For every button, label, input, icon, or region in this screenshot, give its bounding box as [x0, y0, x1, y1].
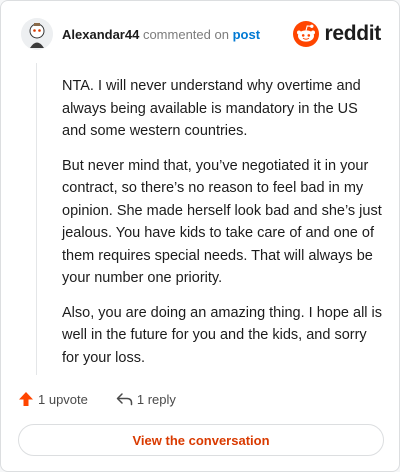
reply-count: 1 reply — [136, 391, 176, 407]
comment-body: NTA. I will never understand why overtim… — [62, 75, 382, 381]
reddit-snoo-icon — [293, 21, 320, 47]
post-link[interactable]: post — [233, 27, 260, 42]
comment-paragraph: Also, you are doing an amazing thing. I … — [62, 304, 383, 366]
upvote-count: 1 upvote — [38, 391, 88, 407]
comment-paragraph: NTA. I will never understand why overtim… — [62, 78, 361, 139]
action-text: commented on — [142, 27, 229, 42]
thread-line — [36, 63, 37, 375]
comment-byline: Alexandar44 commented on post — [62, 27, 260, 42]
comment-paragraph: But never mind that, you’ve negotiated i… — [62, 157, 382, 287]
embedded-comment-card: Alexandar44 commented on post reddit NTA… — [0, 0, 400, 472]
view-conversation-button[interactable]: View the conversation — [18, 424, 384, 456]
username-link[interactable]: Alexandar44 — [62, 27, 139, 42]
user-avatar[interactable] — [21, 18, 53, 50]
reddit-wordmark: reddit — [324, 22, 381, 45]
reply-button[interactable]: 1 reply — [116, 391, 176, 407]
comment-footer: 1 upvote 1 reply — [18, 388, 176, 410]
reddit-logo[interactable]: reddit — [293, 20, 381, 48]
avatar-image — [21, 18, 53, 50]
upvote-button[interactable]: 1 upvote — [18, 391, 88, 407]
reply-arrow-icon — [116, 393, 133, 406]
upvote-arrow-icon — [19, 392, 33, 406]
comment-header: Alexandar44 commented on post reddit — [21, 18, 381, 50]
